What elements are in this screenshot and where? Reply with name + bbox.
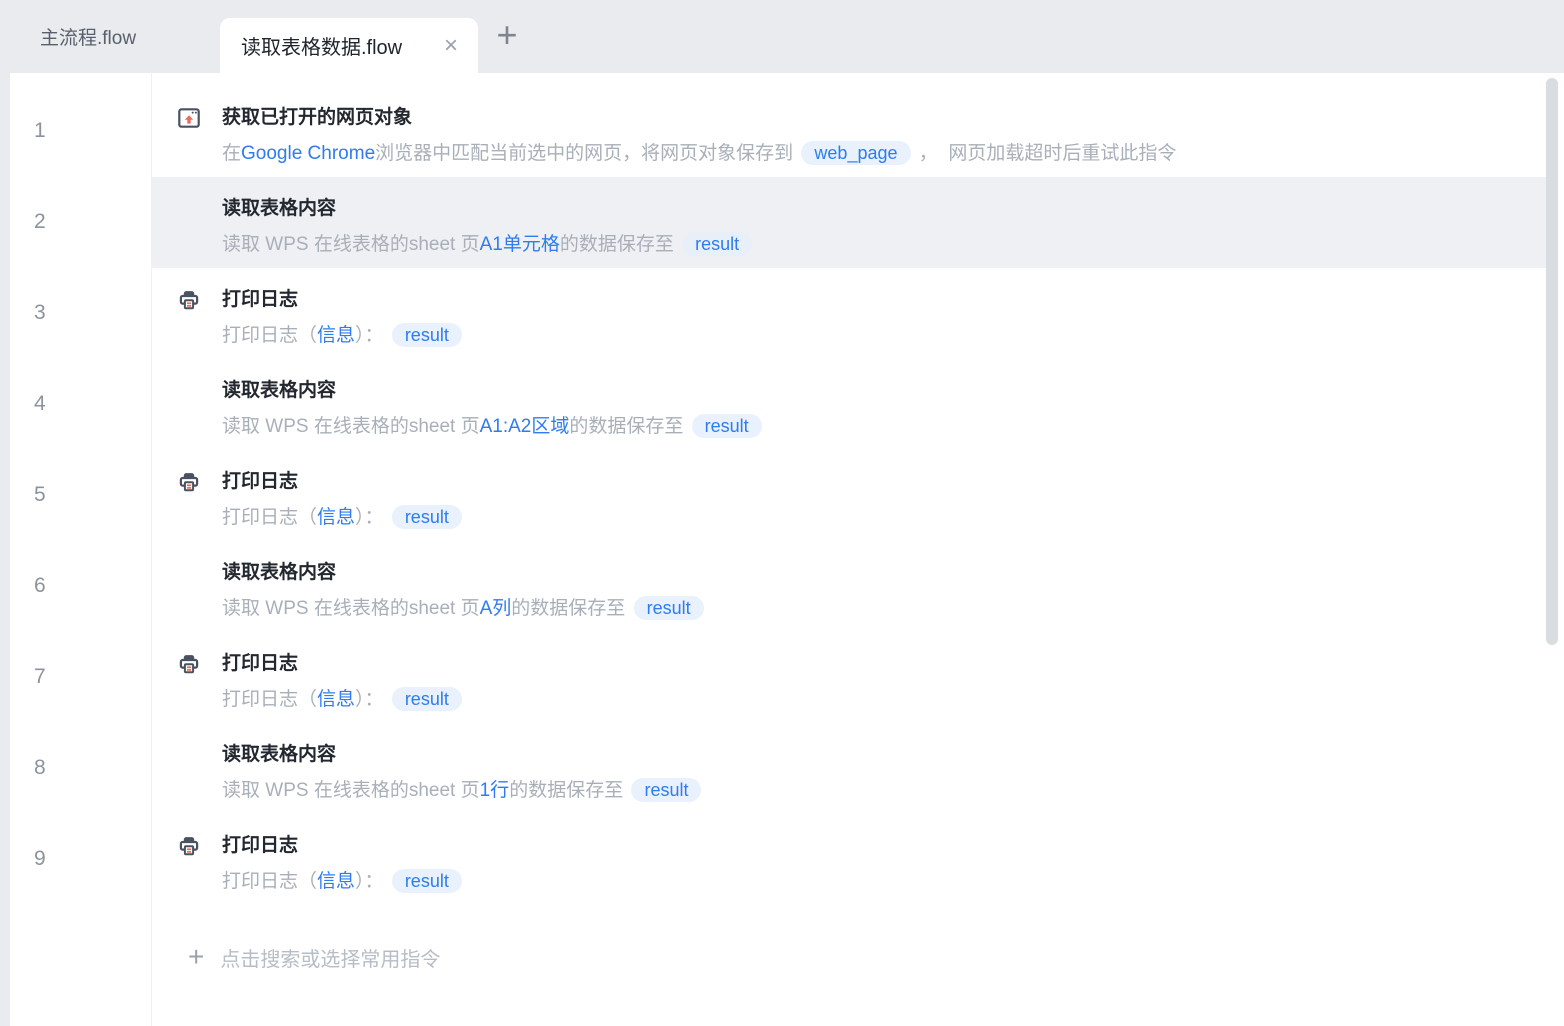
variable-pill[interactable]: result [391,323,462,347]
variable-pill[interactable]: result [391,505,462,529]
variable-pill[interactable]: result [682,232,753,256]
icon-slot-empty [178,379,222,380]
step-title: 打印日志 [222,653,299,674]
desc-text: ， 网页加载超时后重试此指令 [913,143,1177,164]
step-description: 打印日志（信息）： result [222,322,1546,349]
desc-text: 打印日志（ [222,325,318,346]
steps-list: 1 获取已打开的网页对象 在Google Chrome浏览器中匹配当前选中的网页，将… [10,73,1564,905]
parameter-link[interactable]: 信息 [317,325,355,346]
step-title: 读取表格内容 [222,198,337,219]
desc-text: 在 [222,143,242,164]
variable-pill[interactable]: web_page [801,141,911,165]
step-title: 读取表格内容 [222,562,337,583]
flow-step-row[interactable]: 5 打印日志打印日志（信息）： result [10,450,1564,541]
variable-pill[interactable]: result [391,869,462,893]
parameter-link[interactable]: A1:A2区域 [480,416,570,437]
new-tab-button[interactable]: + [484,0,530,70]
desc-text: 的数据保存至 [569,416,689,437]
flow-step-row[interactable]: 9 打印日志打印日志（信息）： result [10,814,1564,905]
scrollbar[interactable] [1546,73,1558,1026]
flow-step-row[interactable]: 4 读取表格内容读取 WPS 在线表格的sheet 页A1:A2区域的数据保存至 … [10,359,1564,450]
scrollbar-thumb[interactable] [1546,78,1558,645]
step-number: 9 [34,847,46,870]
step-description: 读取 WPS 在线表格的sheet 页A1单元格的数据保存至 result [222,231,1546,258]
plus-icon: + [188,941,205,972]
desc-text: 的数据保存至 [559,234,680,255]
step-number: 4 [34,392,46,415]
tab-bar: 主流程.flow 读取表格数据.flow × + [0,0,1564,73]
desc-text: 浏览器中匹配当前选中的网页，将网页对象保存到 [375,143,799,164]
step-number: 6 [34,574,46,597]
icon-slot-empty [178,561,222,562]
step-title: 读取表格内容 [222,380,337,401]
desc-text: 读取 WPS 在线表格的sheet 页 [222,598,480,619]
step-description: 打印日志（信息）： result [222,504,1546,531]
icon-slot-empty [178,743,222,744]
flow-step-row[interactable]: 1 获取已打开的网页对象 在Google Chrome浏览器中匹配当前选中的网页，将… [10,86,1564,177]
variable-pill[interactable]: result [631,778,702,802]
step-description: 读取 WPS 在线表格的sheet 页A列的数据保存至 result [222,595,1546,622]
desc-text: 读取 WPS 在线表格的sheet 页 [222,780,480,801]
tab-label: 主流程.flow [40,28,137,49]
desc-text: 的数据保存至 [509,780,629,801]
browser-window-icon [178,106,222,134]
desc-text: 打印日志（ [222,689,318,710]
tab-main-flow[interactable]: 主流程.flow [0,0,176,73]
add-instruction-row[interactable]: + 点击搜索或选择常用指令 [188,935,1564,979]
step-description: 打印日志（信息）： result [222,868,1546,895]
desc-text: 的数据保存至 [511,598,631,619]
step-title: 打印日志 [222,471,299,492]
desc-text: ）： [355,325,389,346]
step-description: 在Google Chrome浏览器中匹配当前选中的网页，将网页对象保存到 web… [222,140,1546,167]
desc-text: ）： [355,871,389,892]
parameter-link[interactable]: Google Chrome [241,143,375,164]
step-title: 获取已打开的网页对象 [222,107,413,128]
step-description: 读取 WPS 在线表格的sheet 页1行的数据保存至 result [222,777,1546,804]
flow-step-row[interactable]: 7 打印日志打印日志（信息）： result [10,632,1564,723]
tab-read-table-data-flow[interactable]: 读取表格数据.flow × [220,18,478,73]
desc-text: ）： [355,689,389,710]
step-number: 2 [34,210,46,233]
tab-label: 读取表格数据.flow [241,37,403,59]
step-title: 打印日志 [222,835,299,856]
desc-text: 读取 WPS 在线表格的sheet 页 [222,234,480,255]
printer-icon [178,288,222,316]
flow-step-row[interactable]: 6 读取表格内容读取 WPS 在线表格的sheet 页A列的数据保存至 resul… [10,541,1564,632]
add-instruction-label: 点击搜索或选择常用指令 [220,948,441,971]
variable-pill[interactable]: result [391,687,462,711]
desc-text: 打印日志（ [222,871,318,892]
parameter-link[interactable]: 信息 [317,507,355,528]
parameter-link[interactable]: 1行 [480,780,510,801]
desc-text: 打印日志（ [222,507,318,528]
variable-pill[interactable]: result [633,596,704,620]
step-number: 1 [34,119,46,142]
flow-canvas: 1 获取已打开的网页对象 在Google Chrome浏览器中匹配当前选中的网页，将… [10,73,1564,1026]
close-tab-icon[interactable]: × [438,33,464,58]
printer-icon [178,652,222,680]
step-description: 读取 WPS 在线表格的sheet 页A1:A2区域的数据保存至 result [222,413,1546,440]
parameter-link[interactable]: 信息 [317,871,355,892]
desc-text: ）： [355,507,389,528]
step-description: 打印日志（信息）： result [222,686,1546,713]
variable-pill[interactable]: result [691,414,762,438]
step-number: 7 [34,665,46,688]
parameter-link[interactable]: A1单元格 [480,234,560,255]
step-number: 8 [34,756,46,779]
step-number: 3 [34,301,46,324]
printer-icon [178,834,222,862]
icon-slot-empty [178,197,222,198]
desc-text: 读取 WPS 在线表格的sheet 页 [222,416,480,437]
parameter-link[interactable]: 信息 [317,689,355,710]
step-number: 5 [34,483,46,506]
flow-step-row[interactable]: 8 读取表格内容读取 WPS 在线表格的sheet 页1行的数据保存至 resul… [10,723,1564,814]
parameter-link[interactable]: A列 [480,598,512,619]
flow-step-row[interactable]: 2 读取表格内容读取 WPS 在线表格的sheet 页A1单元格的数据保存至 re… [10,177,1564,268]
flow-step-row[interactable]: 3 打印日志打印日志（信息）： result [10,268,1564,359]
printer-icon [178,470,222,498]
step-title: 读取表格内容 [222,744,337,765]
step-title: 打印日志 [222,289,299,310]
